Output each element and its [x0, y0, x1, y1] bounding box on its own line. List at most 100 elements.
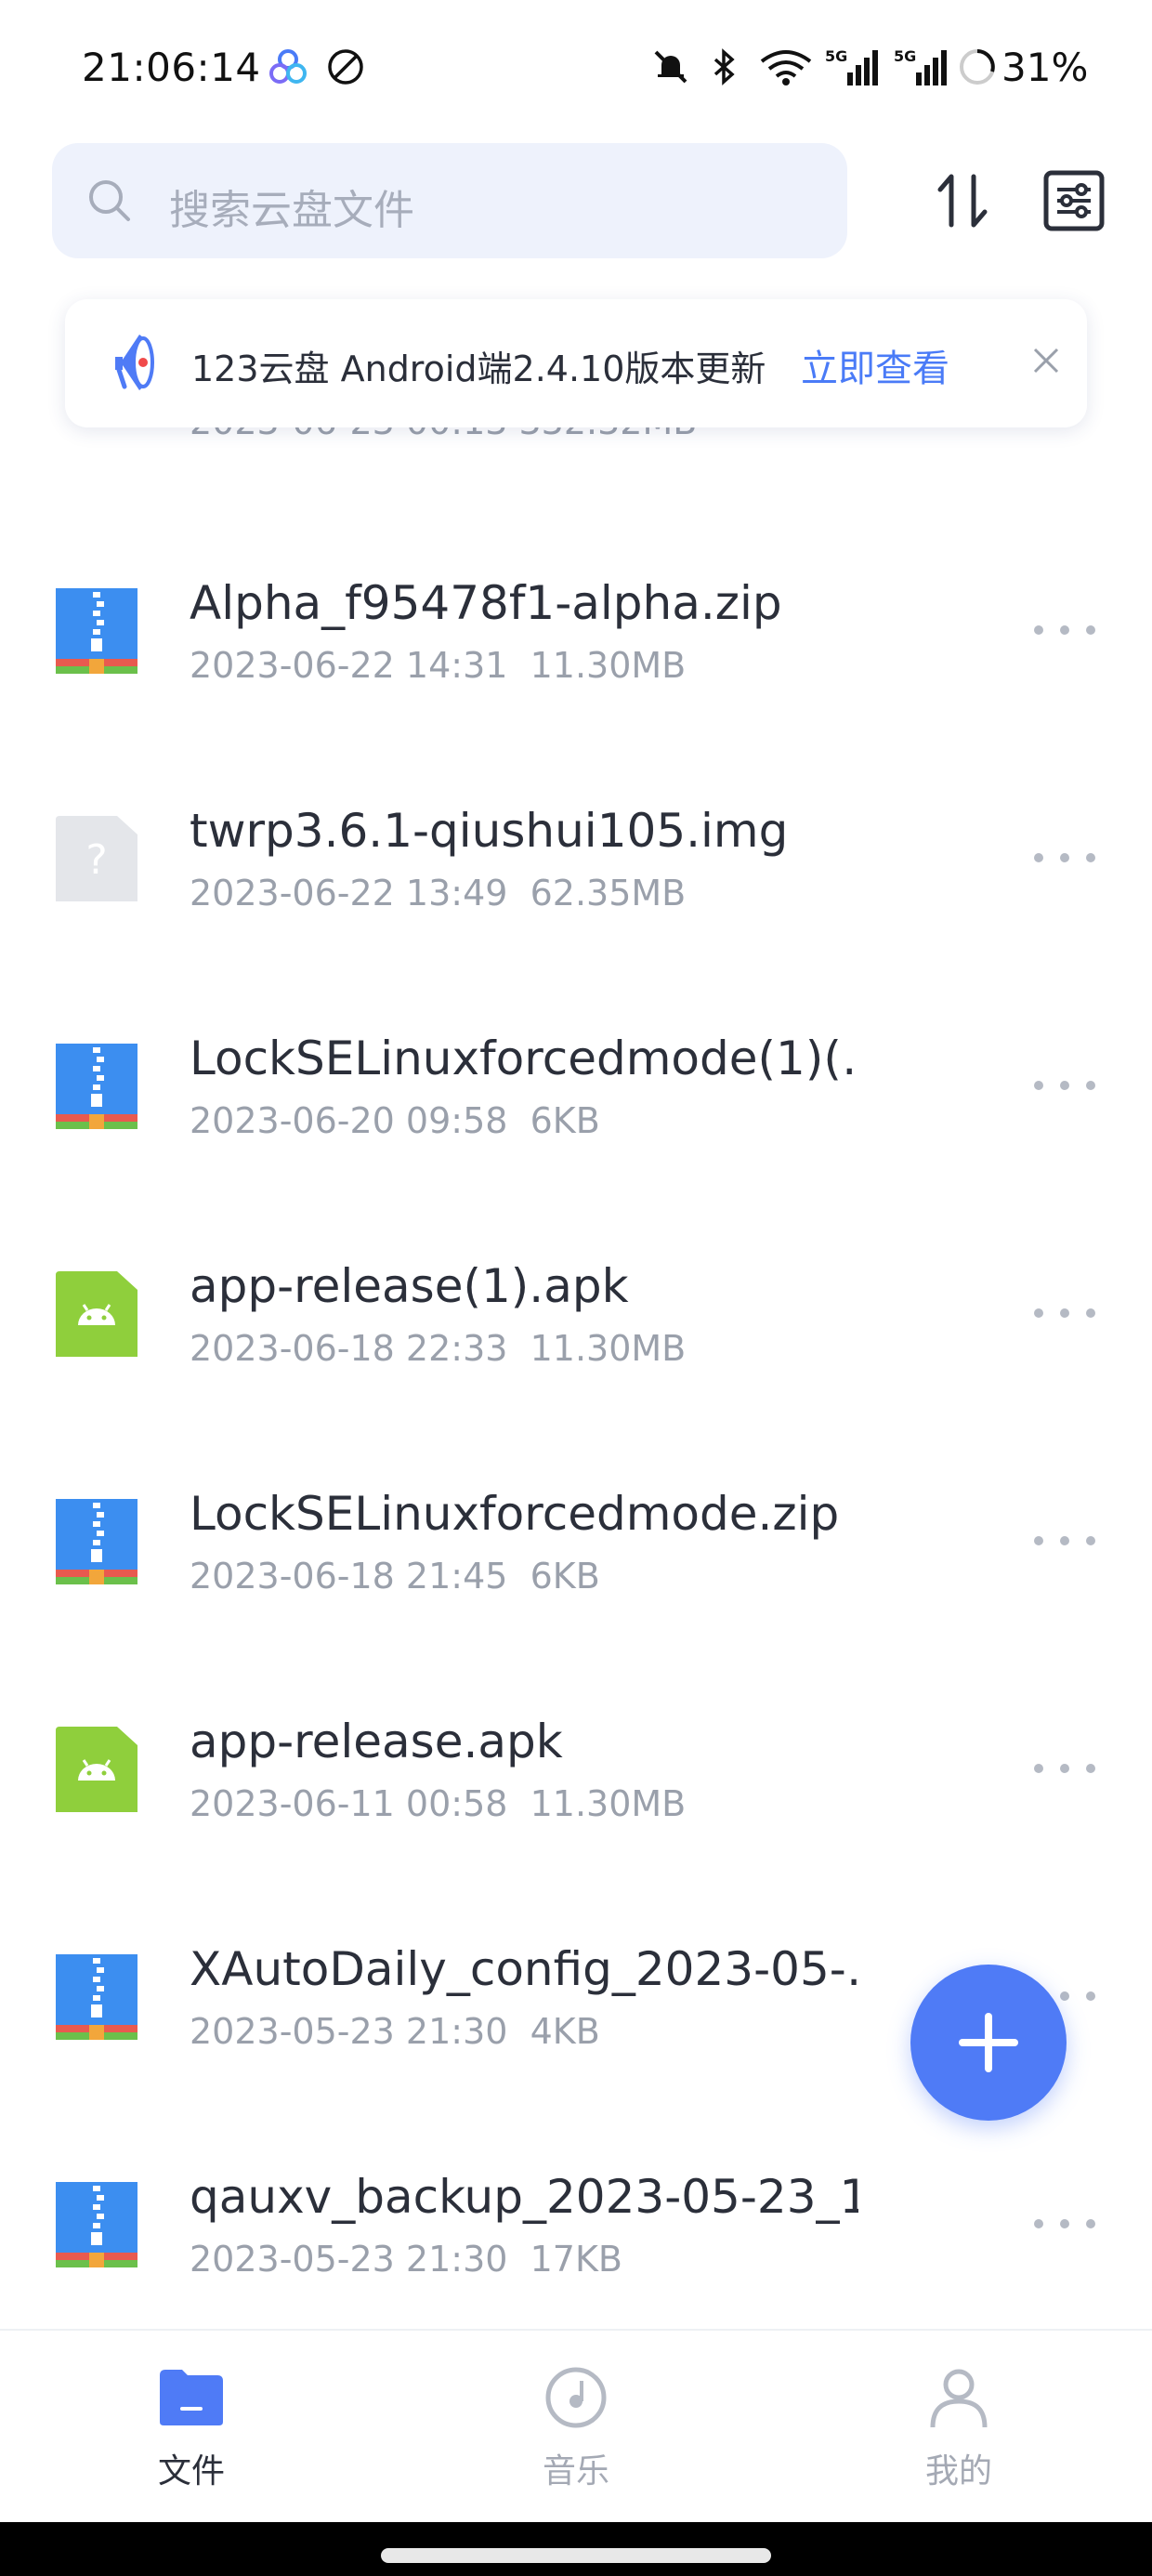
status-time: 21:06:14: [82, 45, 261, 90]
megaphone-icon: [115, 335, 154, 390]
view-now-link[interactable]: 立即查看: [801, 338, 949, 392]
file-date: 2023-06-18 21:45: [190, 1556, 508, 1597]
status-bar: 21:06:14 5G 5G 31%: [0, 0, 1152, 139]
home-indicator[interactable]: [381, 2548, 771, 2563]
nav-music-label: 音乐: [542, 2452, 609, 2491]
file-size: 6KB: [530, 1100, 600, 1141]
file-row[interactable]: app-release.apk 2023-06-11 00:58 11.30MB: [0, 1661, 1152, 1888]
file-date: 2023-06-20 09:58: [190, 1100, 508, 1141]
file-date: 2023-06-18 22:33: [190, 1328, 508, 1369]
nav-music[interactable]: 音乐: [437, 2331, 715, 2524]
bottom-nav: 文件 音乐 我的: [0, 2329, 1152, 2524]
zip-file-icon: [56, 2182, 137, 2267]
file-name: Alpha_f95478f1-alpha.zip: [190, 576, 782, 630]
partial-file-row: 2023-06-23 00:13 332.32MB: [190, 426, 697, 470]
nav-files[interactable]: 文件: [52, 2331, 331, 2524]
file-date: 2023-06-22 13:49: [190, 873, 508, 913]
more-options-icon[interactable]: [1029, 1074, 1100, 1097]
file-date: 2023-05-23 21:30: [190, 2239, 508, 2280]
battery-level: 31%: [1001, 45, 1089, 90]
file-row[interactable]: ? twrp3.6.1-qiushui105.img 2023-06-22 13:4…: [0, 750, 1152, 978]
svg-text:?: ?: [85, 836, 107, 884]
search-icon: [89, 180, 130, 221]
more-options-icon[interactable]: [1029, 847, 1100, 869]
file-meta: 2023-05-23 21:30 17KB: [190, 2239, 622, 2280]
battery-ring-icon: [960, 49, 995, 85]
file-size: 11.30MB: [530, 1783, 687, 1824]
partial-file-meta: 2023-06-23 00:13 332.32MB: [190, 426, 697, 442]
add-button[interactable]: [910, 1965, 1067, 2121]
file-name: LockSELinuxforcedmode.zip: [190, 1487, 840, 1541]
sort-icon[interactable]: [925, 164, 1000, 238]
wifi-icon: [760, 50, 812, 85]
more-options-icon[interactable]: [1029, 1757, 1100, 1780]
file-date: 2023-05-23 21:30: [190, 2011, 508, 2052]
file-meta: 2023-06-20 09:58 6KB: [190, 1100, 600, 1141]
file-meta: 2023-06-22 13:49 62.35MB: [190, 873, 686, 913]
more-options-icon[interactable]: [1029, 619, 1100, 641]
svg-text:5G: 5G: [825, 47, 847, 65]
meta-separator: [507, 1783, 530, 1824]
file-size: 62.35MB: [530, 873, 687, 913]
file-size: 11.30MB: [530, 645, 687, 686]
update-notice-banner[interactable]: 123云盘 Android端2.4.10版本更新 立即查看: [65, 299, 1087, 427]
search-input[interactable]: 搜索云盘文件: [52, 143, 847, 258]
meta-separator: [507, 1556, 530, 1597]
meta-separator: [507, 2239, 530, 2280]
signal-5g-icon-1: 5G: [825, 47, 878, 85]
meta-separator: [507, 873, 530, 913]
plus-icon: [959, 2013, 1018, 2072]
file-size: 4KB: [530, 2011, 600, 2052]
meta-separator: [507, 1100, 530, 1141]
signal-5g-icon-2: 5G: [894, 47, 947, 85]
more-options-icon[interactable]: [1029, 1302, 1100, 1324]
meta-separator: [507, 645, 530, 686]
file-name: twrp3.6.1-qiushui105.img: [190, 804, 789, 858]
more-options-icon[interactable]: [1029, 2213, 1100, 2235]
file-meta: 2023-06-18 22:33 11.30MB: [190, 1328, 686, 1369]
banner-message: 123云盘 Android端2.4.10版本更新: [191, 348, 766, 389]
zip-file-icon: [56, 1954, 137, 2040]
filter-settings-icon[interactable]: [1037, 164, 1111, 238]
file-name: LockSELinuxforcedmode(1)(…: [190, 1032, 858, 1085]
meta-separator: [507, 2011, 530, 2052]
file-meta: 2023-05-23 21:30 4KB: [190, 2011, 600, 2052]
meta-separator: [507, 1328, 530, 1369]
more-options-icon[interactable]: [1029, 1530, 1100, 1552]
mute-icon: [654, 50, 687, 84]
file-row[interactable]: LockSELinuxforcedmode(1)(… 2023-06-20 09:…: [0, 978, 1152, 1205]
profile-icon: [930, 2369, 988, 2428]
bluetooth-icon: [713, 48, 735, 85]
file-size: 17KB: [530, 2239, 622, 2280]
file-row[interactable]: app-release(1).apk 2023-06-18 22:33 11.30…: [0, 1205, 1152, 1433]
nav-files-label: 文件: [157, 2452, 225, 2491]
app-notification-icon: [269, 49, 307, 84]
file-date: 2023-06-11 00:58: [190, 1783, 508, 1824]
zip-file-icon: [56, 1044, 137, 1129]
file-name: app-release(1).apk: [190, 1259, 629, 1313]
file-row[interactable]: LockSELinuxforcedmode.zip 2023-06-18 21:4…: [0, 1433, 1152, 1661]
unknown-file-icon: ?: [56, 816, 137, 901]
file-meta: 2023-06-18 21:45 6KB: [190, 1556, 600, 1597]
folder-icon: [160, 2370, 223, 2425]
nav-mine-label: 我的: [924, 2452, 992, 2491]
file-meta: 2023-06-22 14:31 11.30MB: [190, 645, 686, 686]
zip-file-icon: [56, 1499, 137, 1584]
file-name: qauxv_backup_2023-05-23_1…: [190, 2170, 858, 2224]
music-disc-icon: [545, 2367, 607, 2428]
search-placeholder: 搜索云盘文件: [169, 187, 414, 234]
nav-mine[interactable]: 我的: [819, 2331, 1098, 2524]
file-date: 2023-06-22 14:31: [190, 645, 508, 686]
close-icon[interactable]: [1028, 342, 1065, 379]
file-name: app-release.apk: [190, 1715, 563, 1768]
file-size: 11.30MB: [530, 1328, 687, 1369]
file-size: 6KB: [530, 1556, 600, 1597]
file-name: XAutoDaily_config_2023-05-…: [190, 1942, 858, 1996]
zip-file-icon: [56, 588, 137, 674]
file-meta: 2023-06-11 00:58 11.30MB: [190, 1783, 686, 1824]
file-row[interactable]: qauxv_backup_2023-05-23_1… 2023-05-23 21:…: [0, 2116, 1152, 2344]
file-row[interactable]: Alpha_f95478f1-alpha.zip 2023-06-22 14:31…: [0, 522, 1152, 750]
svg-text:5G: 5G: [894, 47, 916, 65]
no-sync-icon: [328, 49, 363, 85]
android-apk-icon: [56, 1727, 137, 1812]
